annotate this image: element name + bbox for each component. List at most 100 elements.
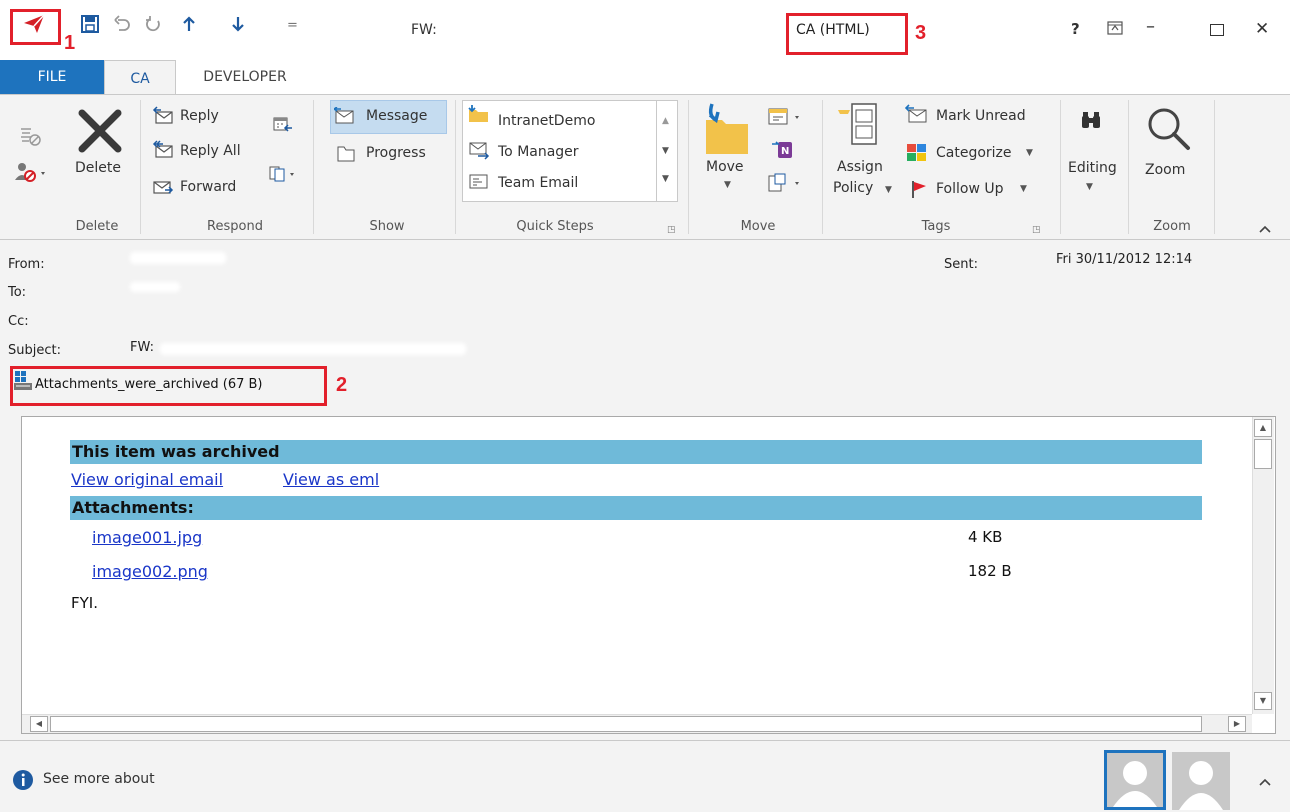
previous-item-icon[interactable]	[177, 12, 201, 36]
zoom-button[interactable]: Zoom	[1145, 162, 1185, 178]
group-label-quick-steps: Quick Steps	[516, 219, 594, 234]
mark-unread-button[interactable]: Mark Unread	[936, 108, 1026, 124]
reply-all-button[interactable]: Reply All	[180, 143, 241, 159]
delete-icon[interactable]	[76, 107, 124, 159]
onenote-icon[interactable]: N	[772, 140, 794, 164]
annotation-box-3	[786, 13, 908, 55]
categorize-icon	[906, 143, 928, 167]
archived-banner: This item was archived	[70, 440, 1202, 464]
to-label: To:	[8, 285, 27, 300]
tab-file[interactable]: FILE	[0, 60, 104, 94]
vertical-scroll-thumb[interactable]	[1254, 439, 1272, 469]
editing-dropdown-arrow[interactable]: ▼	[1086, 182, 1093, 192]
binoculars-icon	[1080, 110, 1102, 136]
collapse-ribbon-icon[interactable]	[1259, 222, 1271, 238]
quick-steps-dialog-launcher-icon[interactable]: ◳	[667, 225, 676, 235]
customize-qat-button[interactable]: =	[287, 18, 298, 33]
from-value-redacted	[130, 252, 226, 264]
expand-people-pane-icon[interactable]	[1259, 775, 1271, 791]
tags-dialog-launcher-icon[interactable]: ◳	[1032, 225, 1041, 235]
ribbon-separator	[455, 100, 456, 234]
forward-button[interactable]: Forward	[180, 179, 236, 195]
sent-label: Sent:	[944, 257, 978, 272]
progress-icon	[336, 145, 356, 167]
scroll-left-arrow-icon[interactable]: ◀	[30, 716, 48, 732]
to-manager-icon	[468, 141, 490, 165]
attachment-item-size: 4 KB	[968, 528, 1003, 546]
svg-text:N: N	[781, 146, 789, 157]
policy-dropdown-arrow[interactable]: ▼	[885, 185, 892, 195]
ribbon-separator	[1128, 100, 1129, 234]
categorize-button[interactable]: Categorize	[936, 145, 1012, 161]
move-button[interactable]: Move	[706, 159, 744, 175]
contact-avatar-selected[interactable]	[1104, 750, 1166, 810]
meeting-reply-icon[interactable]	[273, 116, 293, 138]
editing-button[interactable]: Editing	[1068, 160, 1117, 176]
reply-button[interactable]: Reply	[180, 108, 219, 124]
maximize-button[interactable]	[1210, 24, 1224, 36]
ribbon-separator	[822, 100, 823, 234]
quick-steps-scroll[interactable]: ▲ ▼ ▼	[656, 100, 678, 202]
annotation-number-3: 3	[915, 22, 927, 44]
junk-icon[interactable]	[14, 160, 48, 188]
body-text: FYI.	[71, 594, 98, 612]
quick-step-intranetdemo[interactable]: IntranetDemo	[498, 113, 595, 129]
attachments-banner: Attachments:	[70, 496, 1202, 520]
follow-up-dropdown-arrow[interactable]: ▼	[1020, 184, 1027, 194]
scroll-down-arrow-icon[interactable]: ▼	[1254, 692, 1272, 710]
ribbon-separator	[140, 100, 141, 234]
from-label: From:	[8, 257, 45, 272]
follow-up-button[interactable]: Follow Up	[936, 181, 1004, 197]
cc-label: Cc:	[8, 314, 29, 329]
see-more-about-label[interactable]: See more about	[43, 771, 155, 787]
document-title: FW:	[411, 22, 437, 38]
minimize-button[interactable]: –	[1146, 16, 1155, 37]
group-label-move: Move	[740, 219, 776, 234]
forward-icon	[152, 176, 174, 200]
attachment-item-link[interactable]: image002.png	[92, 562, 208, 581]
ribbon-separator	[688, 100, 689, 234]
undo-icon[interactable]	[110, 12, 134, 36]
message-button-label[interactable]: Message	[366, 108, 427, 124]
next-item-icon[interactable]	[226, 12, 250, 36]
help-button[interactable]: ?	[1071, 20, 1080, 38]
reply-all-icon	[152, 140, 174, 164]
actions-icon[interactable]	[767, 172, 807, 198]
move-dropdown-arrow[interactable]: ▼	[724, 180, 731, 190]
subject-label: Subject:	[8, 343, 61, 358]
policy-label[interactable]: Policy	[833, 180, 873, 196]
to-value-redacted	[130, 282, 180, 292]
redo-icon[interactable]	[142, 12, 166, 36]
ribbon-display-options-icon[interactable]	[1107, 21, 1123, 39]
categorize-dropdown-arrow[interactable]: ▼	[1026, 148, 1033, 158]
close-button[interactable]: ✕	[1255, 19, 1269, 39]
tab-developer[interactable]: DEVELOPER	[185, 60, 305, 94]
quick-step-to-manager[interactable]: To Manager	[498, 144, 579, 160]
group-label-respond: Respond	[207, 219, 263, 234]
scroll-up-arrow-icon[interactable]: ▲	[1254, 419, 1272, 437]
assign-label[interactable]: Assign	[837, 159, 883, 175]
more-respond-icon[interactable]	[269, 165, 297, 187]
ribbon-separator	[1060, 100, 1061, 234]
progress-button[interactable]: Progress	[366, 145, 426, 161]
scroll-right-arrow-icon[interactable]: ▶	[1228, 716, 1246, 732]
group-label-show: Show	[369, 219, 405, 234]
save-icon[interactable]	[78, 12, 102, 36]
view-original-email-link[interactable]: View original email	[71, 470, 223, 489]
tab-ca[interactable]: CA	[104, 60, 176, 96]
ribbon-separator	[313, 100, 314, 234]
annotation-box-2	[10, 366, 327, 406]
view-as-eml-link[interactable]: View as eml	[283, 470, 379, 489]
people-pane	[0, 740, 1290, 812]
attachment-item-link[interactable]: image001.jpg	[92, 528, 202, 547]
horizontal-scroll-thumb[interactable]	[50, 716, 1202, 732]
contact-avatar[interactable]	[1172, 752, 1230, 810]
quick-step-team-email[interactable]: Team Email	[498, 175, 578, 191]
ignore-icon[interactable]	[18, 124, 42, 152]
delete-button-label[interactable]: Delete	[75, 160, 121, 176]
annotation-number-2: 2	[336, 374, 348, 396]
annotation-box-1	[10, 9, 61, 45]
subject-value: FW:	[130, 340, 154, 355]
rules-icon[interactable]	[767, 106, 807, 132]
move-folder-icon	[702, 102, 752, 162]
